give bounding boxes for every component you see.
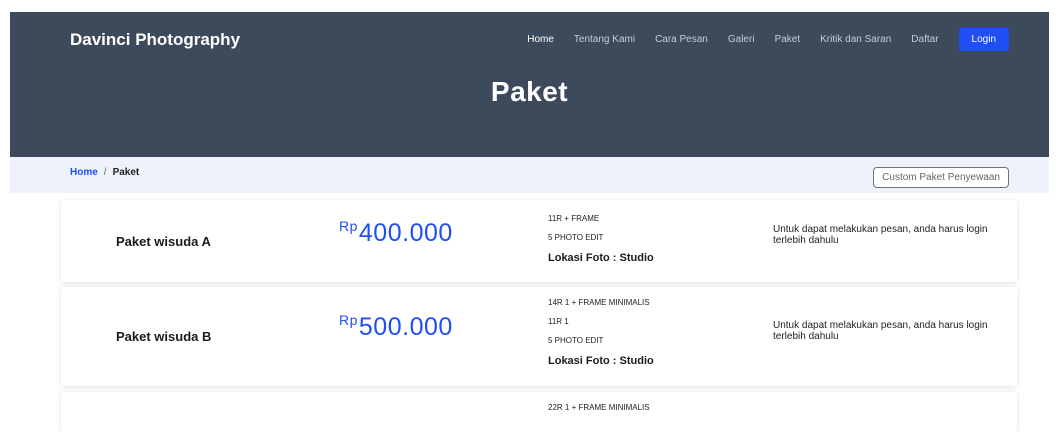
nav-cara-pesan[interactable]: Cara Pesan — [655, 34, 708, 45]
feature-item: 14R 1 + FRAME MINIMALIS — [548, 298, 650, 307]
package-location: Lokasi Foto : Studio — [548, 355, 654, 367]
price-currency: Rp — [339, 312, 358, 328]
nav-tentang-kami[interactable]: Tentang Kami — [574, 34, 635, 45]
login-note: Untuk dapat melakukan pesan, anda harus … — [773, 224, 988, 246]
nav-paket[interactable]: Paket — [775, 34, 801, 45]
breadcrumb-current: Paket — [112, 167, 140, 178]
nav-home[interactable]: Home — [527, 34, 554, 45]
price-currency: Rp — [339, 218, 358, 234]
breadcrumb: Home / Paket — [70, 167, 139, 178]
feature-item: 5 PHOTO EDIT — [548, 233, 604, 242]
price-amount: 400.000 — [358, 219, 453, 247]
login-button[interactable]: Login — [958, 28, 1009, 51]
package-price: Rp500.000 — [339, 312, 453, 342]
nav-daftar[interactable]: Daftar — [911, 34, 938, 45]
package-price: Rp400.000 — [339, 218, 453, 248]
feature-item: 5 PHOTO EDIT — [548, 336, 604, 345]
custom-package-button[interactable]: Custom Paket Penyewaan — [873, 167, 1009, 188]
feature-item: 11R 1 — [548, 317, 569, 326]
package-card: 22R 1 + FRAME MINIMALIS — [61, 392, 1017, 432]
package-name: Paket wisuda B — [116, 329, 212, 344]
package-card: Paket wisuda A Rp400.000 11R + FRAME 5 P… — [61, 200, 1017, 282]
package-name: Paket wisuda A — [116, 234, 211, 249]
breadcrumb-separator: / — [103, 167, 107, 178]
brand-logo[interactable]: Davinci Photography — [70, 30, 240, 50]
package-location: Lokasi Foto : Studio — [548, 252, 654, 264]
page-header: Davinci Photography Home Tentang Kami Ca… — [10, 12, 1049, 157]
nav-kritik-dan-saran[interactable]: Kritik dan Saran — [820, 34, 891, 45]
breadcrumb-bar: Home / Paket Custom Paket Penyewaan — [10, 157, 1049, 193]
breadcrumb-home-link[interactable]: Home — [70, 167, 98, 178]
package-card: Paket wisuda B Rp500.000 14R 1 + FRAME M… — [61, 287, 1017, 386]
price-amount: 500.000 — [358, 313, 453, 341]
nav-galeri[interactable]: Galeri — [728, 34, 755, 45]
login-note: Untuk dapat melakukan pesan, anda harus … — [773, 320, 988, 342]
feature-item: 11R + FRAME — [548, 214, 600, 223]
main-nav: Home Tentang Kami Cara Pesan Galeri Pake… — [507, 28, 1009, 51]
page-title: Paket — [490, 76, 569, 107]
package-features: 11R + FRAME 5 PHOTO EDIT Lokasi Foto : S… — [548, 213, 654, 265]
package-features: 14R 1 + FRAME MINIMALIS 11R 1 5 PHOTO ED… — [548, 297, 654, 368]
